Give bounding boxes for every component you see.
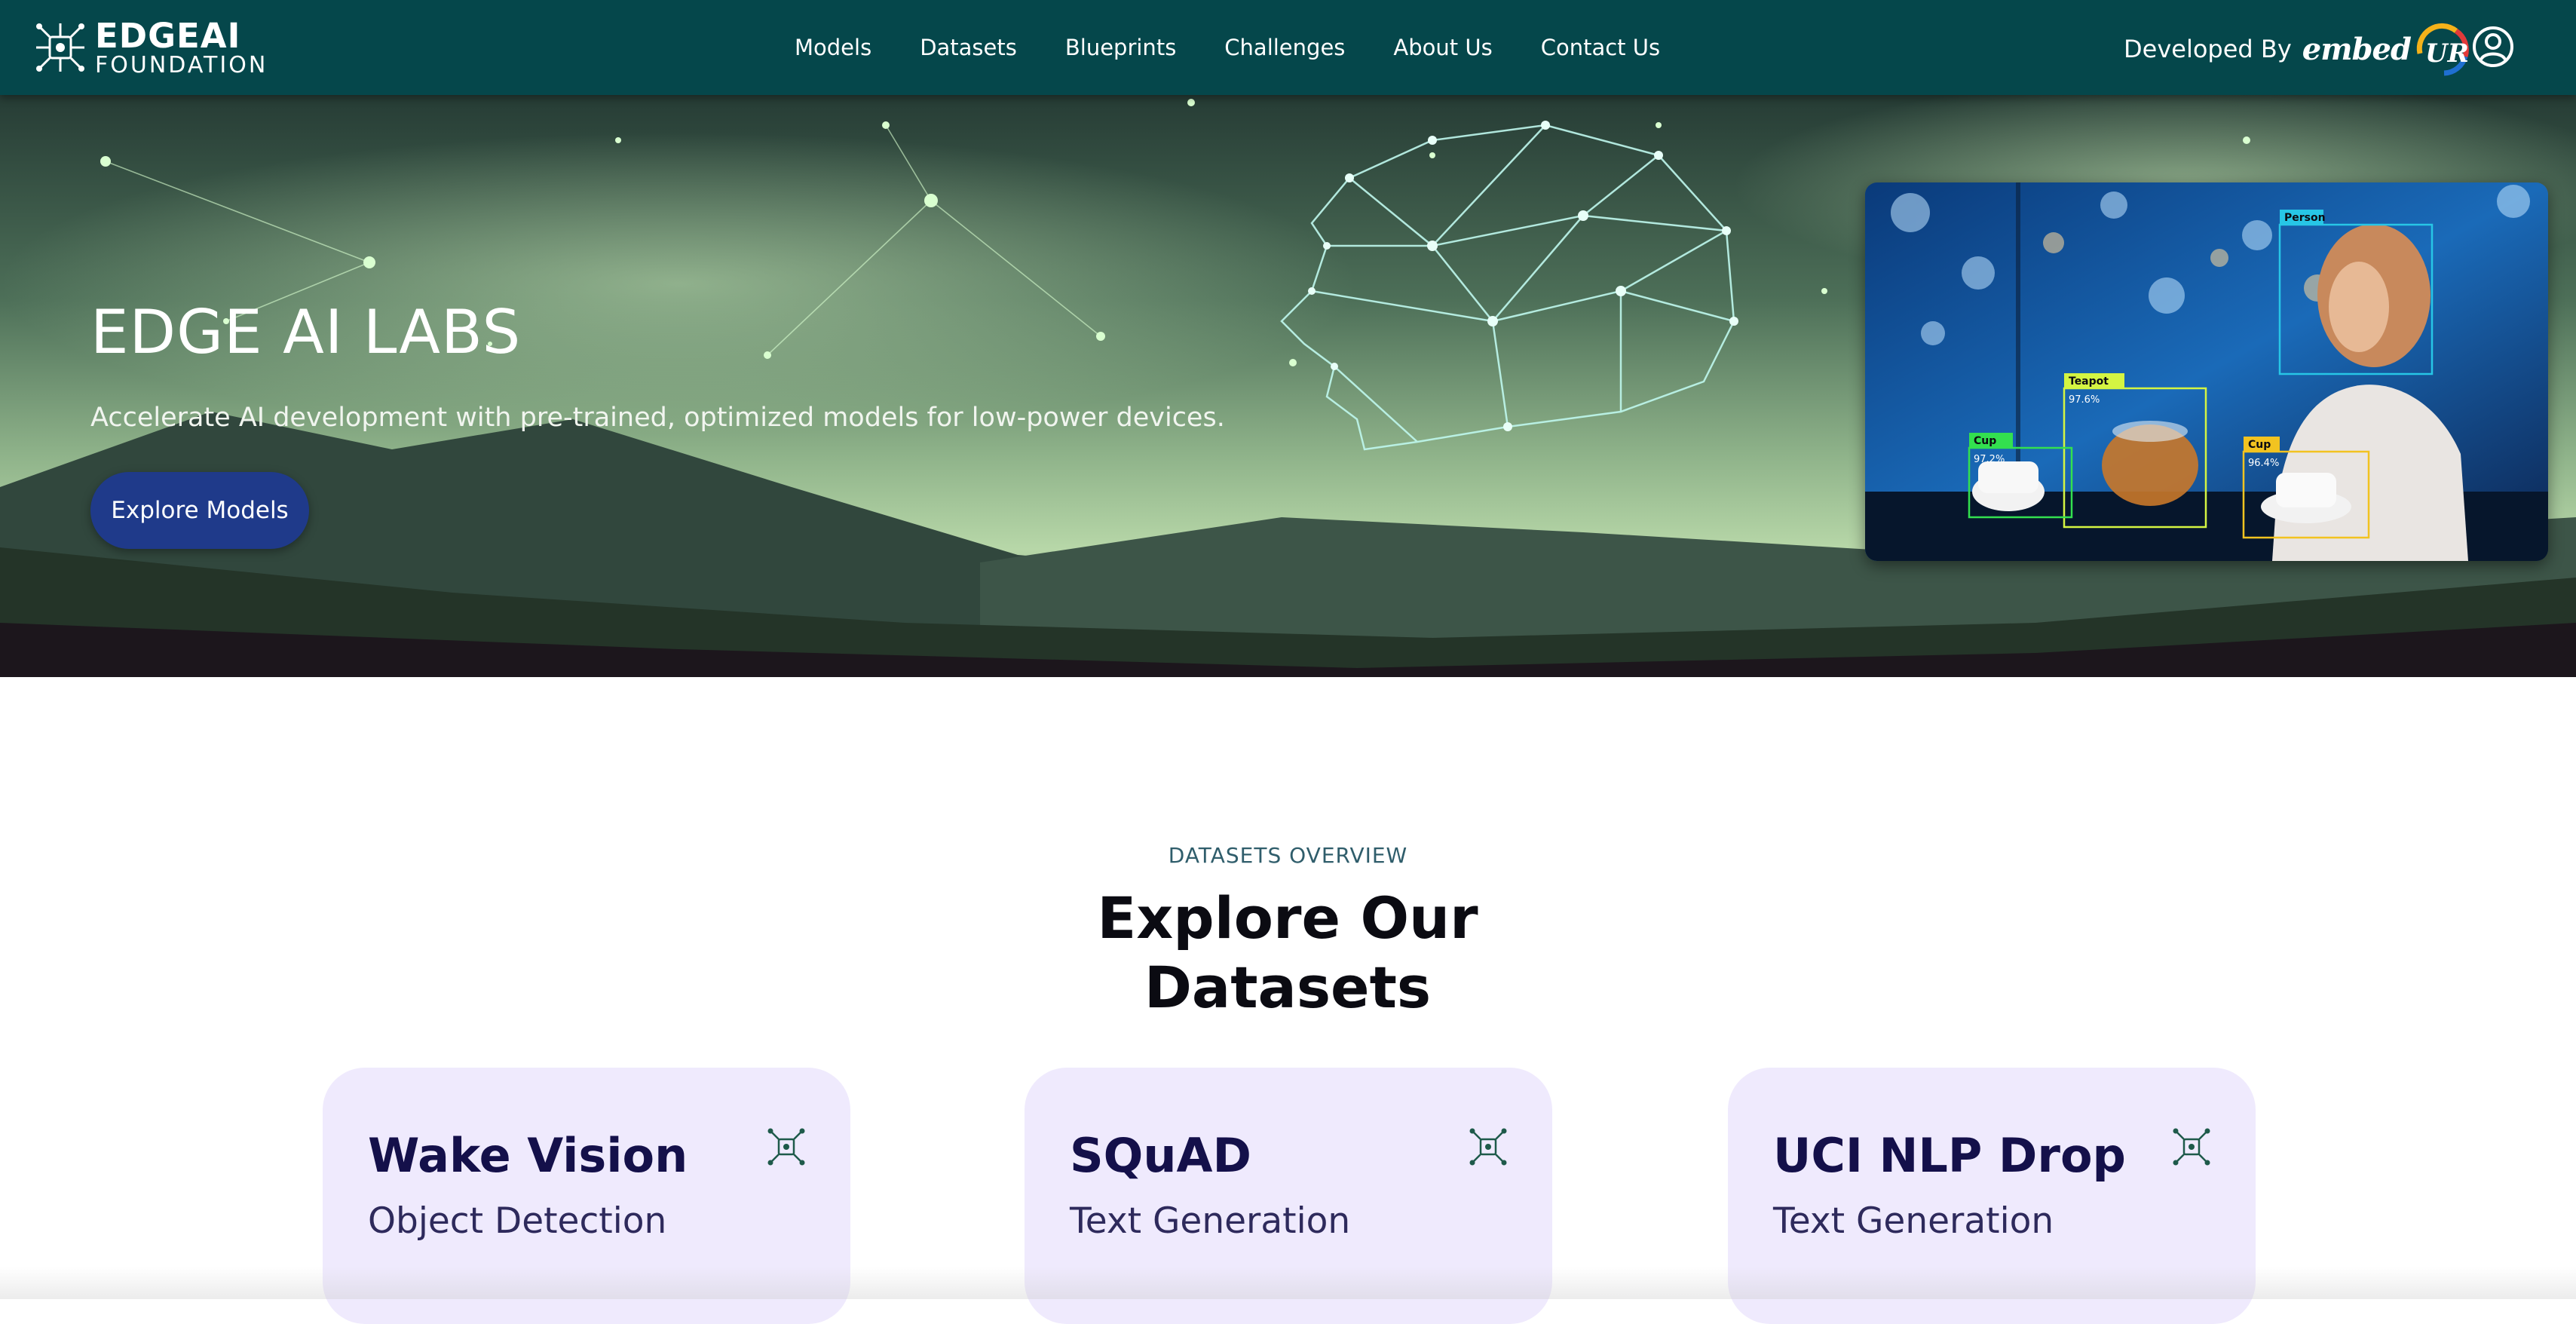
dataset-card-title: Wake Vision: [368, 1128, 688, 1183]
embedur-badge-text: UR: [2425, 38, 2469, 69]
embedur-logo-icon: UR: [2414, 20, 2471, 78]
section-title: Explore Our Datasets: [1097, 884, 1478, 1021]
nav-about-us[interactable]: About Us: [1393, 35, 1492, 60]
section-kicker: DATASETS OVERVIEW: [1168, 843, 1408, 868]
dataset-card-wake-vision[interactable]: Wake Vision Object Detection: [323, 1068, 850, 1324]
embedur-brand-text: embed: [2302, 31, 2412, 67]
edge-ai-foundation-logo[interactable]: EDGEAI FOUNDATION: [35, 19, 268, 77]
logo-text: EDGEAI FOUNDATION: [95, 19, 268, 77]
dataset-card-subtitle: Text Generation: [1773, 1200, 2054, 1242]
dataset-card-subtitle: Text Generation: [1070, 1200, 1351, 1242]
edge-ai-chip-icon: [767, 1128, 805, 1166]
dataset-card-title: UCI NLP Drop: [1773, 1128, 2126, 1183]
dataset-card-subtitle: Object Detection: [368, 1200, 667, 1242]
user-account-icon[interactable]: [2470, 24, 2516, 69]
developed-by[interactable]: Developed By embed UR: [2124, 20, 2471, 78]
detection-label-teapot: Teapot: [2069, 375, 2109, 388]
edge-ai-logo-icon: [36, 23, 84, 72]
hero-banner: EDGE AI LABS Accelerate AI development w…: [0, 95, 2576, 677]
nav-contact-us[interactable]: Contact Us: [1541, 35, 1660, 60]
nav-blueprints[interactable]: Blueprints: [1065, 35, 1176, 60]
dataset-card-title: SQuAD: [1070, 1128, 1251, 1183]
nav-challenges[interactable]: Challenges: [1224, 35, 1345, 60]
hero-title: EDGE AI LABS: [90, 297, 522, 367]
edge-ai-chip-icon: [2173, 1128, 2210, 1166]
hero-subtitle: Accelerate AI development with pre-train…: [90, 403, 1225, 433]
detection-label-person: Person: [2284, 212, 2326, 224]
dataset-card-uci-nlp-drop[interactable]: UCI NLP Drop Text Generation: [1728, 1068, 2256, 1324]
logo-line-2: FOUNDATION: [95, 51, 268, 78]
main-nav: Models Datasets Blueprints Challenges Ab…: [795, 0, 1708, 95]
nav-datasets[interactable]: Datasets: [920, 35, 1017, 60]
top-navbar: EDGEAI FOUNDATION Models Datasets Bluepr…: [0, 0, 2576, 95]
detection-confidence-cup-2: 96.4%: [2248, 458, 2279, 469]
edge-ai-chip-icon: [1469, 1128, 1507, 1166]
detection-label-cup-1: Cup: [1974, 435, 1996, 447]
detection-label-cup-2: Cup: [2248, 439, 2271, 451]
dataset-card-squad[interactable]: SQuAD Text Generation: [1025, 1068, 1552, 1324]
object-detection-demo-image: Person Teapot 97.6% Cup 97.2% Cup 96.4%: [1865, 182, 2548, 561]
developed-by-label: Developed By: [2124, 35, 2292, 63]
explore-models-button[interactable]: Explore Models: [90, 472, 309, 549]
detection-confidence-cup-1: 97.2%: [1974, 454, 2005, 465]
nav-models[interactable]: Models: [795, 35, 871, 60]
detection-confidence-teapot: 97.6%: [2069, 394, 2100, 406]
logo-line-1: EDGEAI: [95, 15, 241, 56]
